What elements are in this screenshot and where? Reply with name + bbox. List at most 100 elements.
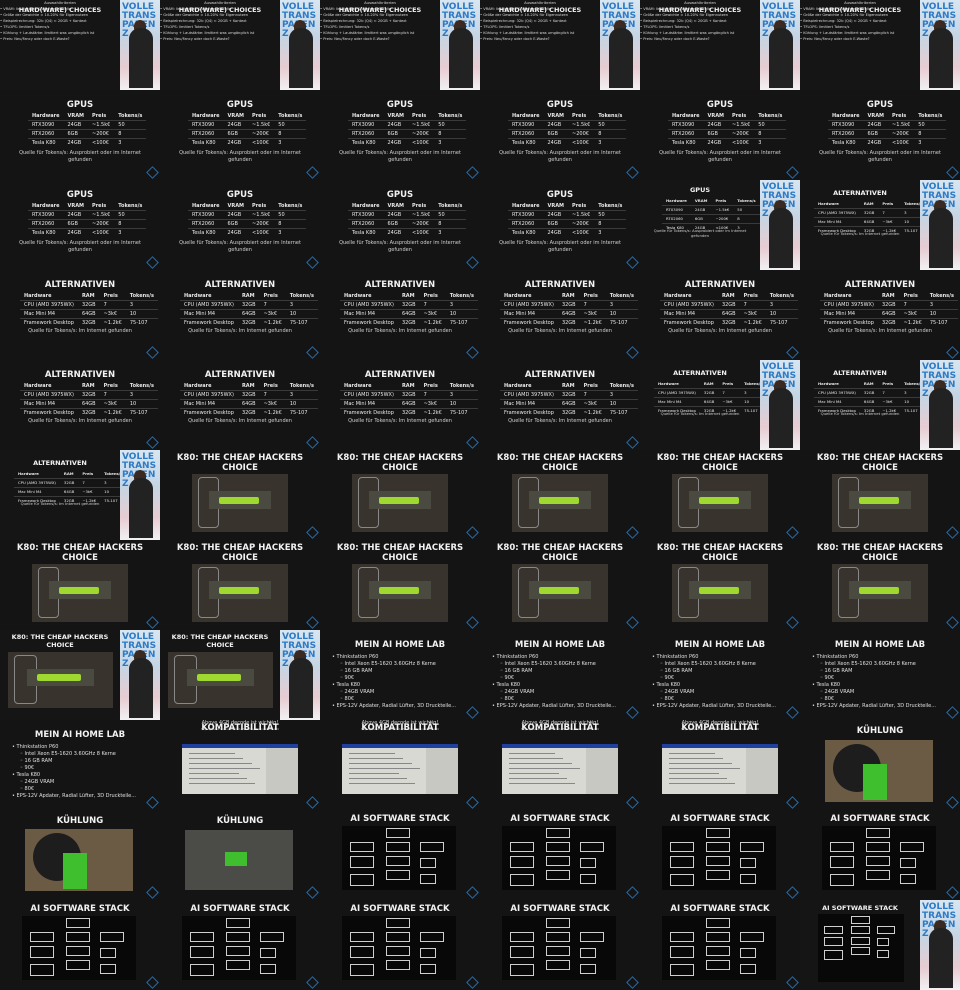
- slide-thumbnail[interactable]: K80: THE CHEAP HACKERS CHOICE: [160, 540, 320, 630]
- slide-thumbnail[interactable]: AI SOFTWARE STACK: [480, 900, 640, 990]
- slide-thumbnail[interactable]: GPUS Hardware VRAM Preis Tokens/s RTX3090 24GB…: [0, 180, 160, 270]
- slide-thumbnail[interactable]: K80: THE CHEAP HACKERS CHOICE: [640, 450, 800, 540]
- slide-title: MEIN AI HOME LAB: [514, 640, 606, 650]
- diagram-box: [670, 932, 694, 942]
- slide-thumbnail[interactable]: KÜHLUNG: [160, 810, 320, 900]
- slide-thumbnail[interactable]: GPUS Hardware VRAM Preis Tokens/s RTX3090 24GB…: [320, 180, 480, 270]
- slide-thumbnail[interactable]: ALTERNATIVEN Hardware RAM Preis Tokens/s CPU …: [800, 270, 960, 360]
- slide-thumbnail[interactable]: K80: THE CHEAP HACKERS CHOICE VOLLE TRANS…: [160, 630, 320, 720]
- slide-thumbnail[interactable]: K80: THE CHEAP HACKERS CHOICE VOLLE TRANS…: [0, 630, 160, 720]
- slide-thumbnail[interactable]: ALTERNATIVEN Hardware RAM Preis Tokens/s CPU …: [480, 360, 640, 450]
- slide-thumbnail[interactable]: AI SOFTWARE STACK: [640, 810, 800, 900]
- diagram-box: [546, 960, 570, 970]
- slide-thumbnail[interactable]: GPUS Hardware VRAM Preis Tokens/s RTX3090 24GB…: [480, 90, 640, 180]
- slide-title: ALTERNATIVEN: [684, 280, 756, 290]
- slide-thumbnail[interactable]: HARD(WARE) CHOICES Auswahlkriterien • VRAM…: [800, 0, 960, 90]
- slide-thumbnail[interactable]: AI SOFTWARE STACK: [160, 900, 320, 990]
- slide-thumbnail[interactable]: GPUS Hardware VRAM Preis Tokens/s RTX3090 24GB…: [0, 90, 160, 180]
- table-header-cell: Hardware: [184, 383, 212, 389]
- slide-thumbnail[interactable]: ALTERNATIVEN Hardware RAM Preis Tokens/s CPU …: [0, 450, 160, 540]
- slide-thumbnail[interactable]: ALTERNATIVEN Hardware RAM Preis Tokens/s CPU …: [0, 270, 160, 360]
- diagram-box: [350, 874, 374, 886]
- table-cell: ~200€: [728, 129, 755, 139]
- table-header-cell: Preis: [583, 383, 598, 389]
- slide-thumbnail[interactable]: HARD(WARE) CHOICES Auswahlkriterien • VRAM…: [320, 0, 480, 90]
- diagram-box: [190, 932, 214, 942]
- slide-thumbnail[interactable]: GPUS Hardware VRAM Preis Tokens/s RTX3090 24GB…: [320, 90, 480, 180]
- slide-title: HARD(WARE) CHOICES: [818, 6, 902, 14]
- slide-thumbnail[interactable]: K80: THE CHEAP HACKERS CHOICE: [800, 540, 960, 630]
- slide-thumbnail[interactable]: HARD(WARE) CHOICES Auswahlkriterien • VRAM…: [0, 0, 160, 90]
- slide-thumbnail[interactable]: ALTERNATIVEN Hardware RAM Preis Tokens/s CPU …: [320, 270, 480, 360]
- slide-thumbnail[interactable]: ALTERNATIVEN Hardware RAM Preis Tokens/s CPU …: [320, 360, 480, 450]
- slide-thumbnail[interactable]: ALTERNATIVEN Hardware RAM Preis Tokens/s CPU …: [160, 270, 320, 360]
- slide-thumbnail[interactable]: K80: THE CHEAP HACKERS CHOICE: [480, 450, 640, 540]
- slide-thumbnail[interactable]: ALTERNATIVEN Hardware RAM Preis Tokens/s CPU …: [0, 360, 160, 450]
- slide-thumbnail[interactable]: GPUS Hardware VRAM Preis Tokens/s RTX3090 24GB…: [160, 180, 320, 270]
- table-header-cell: Preis: [263, 293, 278, 299]
- slide-thumbnail[interactable]: GPUS Hardware VRAM Preis Tokens/s RTX3090 24GB…: [800, 90, 960, 180]
- slide-thumbnail[interactable]: HARD(WARE) CHOICES Auswahlkriterien • VRAM…: [640, 0, 800, 90]
- slide-thumbnail[interactable]: ALTERNATIVEN Hardware RAM Preis Tokens/s CPU …: [160, 360, 320, 450]
- slide-thumbnail[interactable]: K80: THE CHEAP HACKERS CHOICE: [320, 450, 480, 540]
- slide-thumbnail[interactable]: K80: THE CHEAP HACKERS CHOICE: [320, 540, 480, 630]
- slide-thumbnail[interactable]: AI SOFTWARE STACK: [320, 900, 480, 990]
- slide-title: HARD(WARE) CHOICES: [338, 6, 422, 14]
- slide-thumbnail[interactable]: KOMPATIBILITÄT Above 4GB decode ist wicht…: [160, 720, 320, 810]
- diagram-box: [824, 936, 843, 946]
- slide-thumbnail[interactable]: KÜHLUNG: [800, 720, 960, 810]
- slide-thumbnail[interactable]: MEIN AI HOME LAB • Thinkstation P60 ◦ Inte…: [320, 630, 480, 720]
- slide-pane: HARD(WARE) CHOICES Auswahlkriterien • VRAM…: [160, 0, 280, 90]
- slide-thumbnail[interactable]: K80: THE CHEAP HACKERS CHOICE: [0, 540, 160, 630]
- diagram-box: [740, 964, 756, 974]
- table-cell: 32GB: [77, 300, 100, 310]
- slide-thumbnail[interactable]: AI SOFTWARE STACK: [480, 810, 640, 900]
- table-cell: ~200€: [408, 219, 435, 229]
- slide-thumbnail[interactable]: GPUS Hardware VRAM Preis Tokens/s RTX3090 24GB…: [480, 180, 640, 270]
- table-row: CPU (AMD 3975WX) 32GB 7 3: [14, 478, 127, 488]
- slide-thumbnail[interactable]: HARD(WARE) CHOICES Auswahlkriterien • VRAM…: [480, 0, 640, 90]
- slide-thumbnail[interactable]: K80: THE CHEAP HACKERS CHOICE: [480, 540, 640, 630]
- table-cell: 24GB: [703, 120, 729, 130]
- slide-title: KÜHLUNG: [856, 726, 904, 736]
- slide-thumbnail[interactable]: HARD(WARE) CHOICES Auswahlkriterien • VRAM…: [160, 0, 320, 90]
- slide-thumbnail[interactable]: K80: THE CHEAP HACKERS CHOICE: [800, 450, 960, 540]
- slide-thumbnail[interactable]: KOMPATIBILITÄT Above 4GB decode ist wicht…: [320, 720, 480, 810]
- diagram-box: [706, 828, 730, 838]
- slide-thumbnail[interactable]: MEIN AI HOME LAB • Thinkstation P60 ◦ Inte…: [800, 630, 960, 720]
- slide-thumbnail[interactable]: GPUS Hardware VRAM Preis Tokens/s RTX3090 24GB…: [160, 90, 320, 180]
- table-cell: 6GB: [63, 129, 89, 139]
- table-row: RTX3090 24GB ~1.5k€ 50: [188, 120, 307, 130]
- diagram-box: [546, 932, 570, 942]
- diagram-box: [66, 918, 90, 928]
- slide-thumbnail[interactable]: AI SOFTWARE STACK: [320, 810, 480, 900]
- slide-thumbnail[interactable]: GPUS Hardware VRAM Preis Tokens/s RTX3090 24GB…: [640, 180, 800, 270]
- slide-thumbnail[interactable]: MEIN AI HOME LAB • Thinkstation P60 ◦ Inte…: [0, 720, 160, 810]
- table-cell: 32GB: [237, 390, 260, 400]
- slide-thumbnail[interactable]: ALTERNATIVEN Hardware RAM Preis Tokens/s CPU …: [640, 360, 800, 450]
- slide-thumbnail[interactable]: ALTERNATIVEN Hardware RAM Preis Tokens/s CPU …: [800, 180, 960, 270]
- slide-thumbnail[interactable]: AI SOFTWARE STACK VOLLE TRANS PARENZ: [800, 900, 960, 990]
- photo-cooler: [538, 587, 580, 594]
- slide-thumbnail[interactable]: KOMPATIBILITÄT Above 4GB decode ist wicht…: [480, 720, 640, 810]
- nav-diamond-icon: [626, 796, 639, 809]
- speaker-video: VOLLE TRANS PARENZ: [920, 0, 960, 90]
- slide-thumbnail[interactable]: ALTERNATIVEN Hardware RAM Preis Tokens/s CPU …: [640, 270, 800, 360]
- slide-thumbnail[interactable]: AI SOFTWARE STACK: [800, 810, 960, 900]
- table-cell: ~3k€: [579, 399, 606, 409]
- slide-thumbnail[interactable]: GPUS Hardware VRAM Preis Tokens/s RTX3090 24GB…: [640, 90, 800, 180]
- slide-thumbnail[interactable]: AI SOFTWARE STACK: [0, 900, 160, 990]
- table-header-cell: Tokens/s: [758, 113, 783, 119]
- slide-thumbnail[interactable]: ALTERNATIVEN Hardware RAM Preis Tokens/s CPU …: [800, 360, 960, 450]
- table-cell: 10: [125, 309, 158, 319]
- slide-thumbnail[interactable]: MEIN AI HOME LAB • Thinkstation P60 ◦ Inte…: [480, 630, 640, 720]
- slide-thumbnail[interactable]: ALTERNATIVEN Hardware RAM Preis Tokens/s CPU …: [480, 270, 640, 360]
- table-cell: 32GB: [397, 408, 420, 417]
- slide-thumbnail[interactable]: K80: THE CHEAP HACKERS CHOICE: [160, 450, 320, 540]
- slide-thumbnail[interactable]: AI SOFTWARE STACK: [640, 900, 800, 990]
- slide-thumbnail[interactable]: KÜHLUNG: [0, 810, 160, 900]
- table-row: CPU (AMD 3975WX) 32GB 7 3: [654, 388, 767, 398]
- slide-thumbnail[interactable]: MEIN AI HOME LAB • Thinkstation P60 ◦ Inte…: [640, 630, 800, 720]
- slide-thumbnail[interactable]: KOMPATIBILITÄT Above 4GB decode ist wicht…: [640, 720, 800, 810]
- slide-thumbnail[interactable]: K80: THE CHEAP HACKERS CHOICE: [640, 540, 800, 630]
